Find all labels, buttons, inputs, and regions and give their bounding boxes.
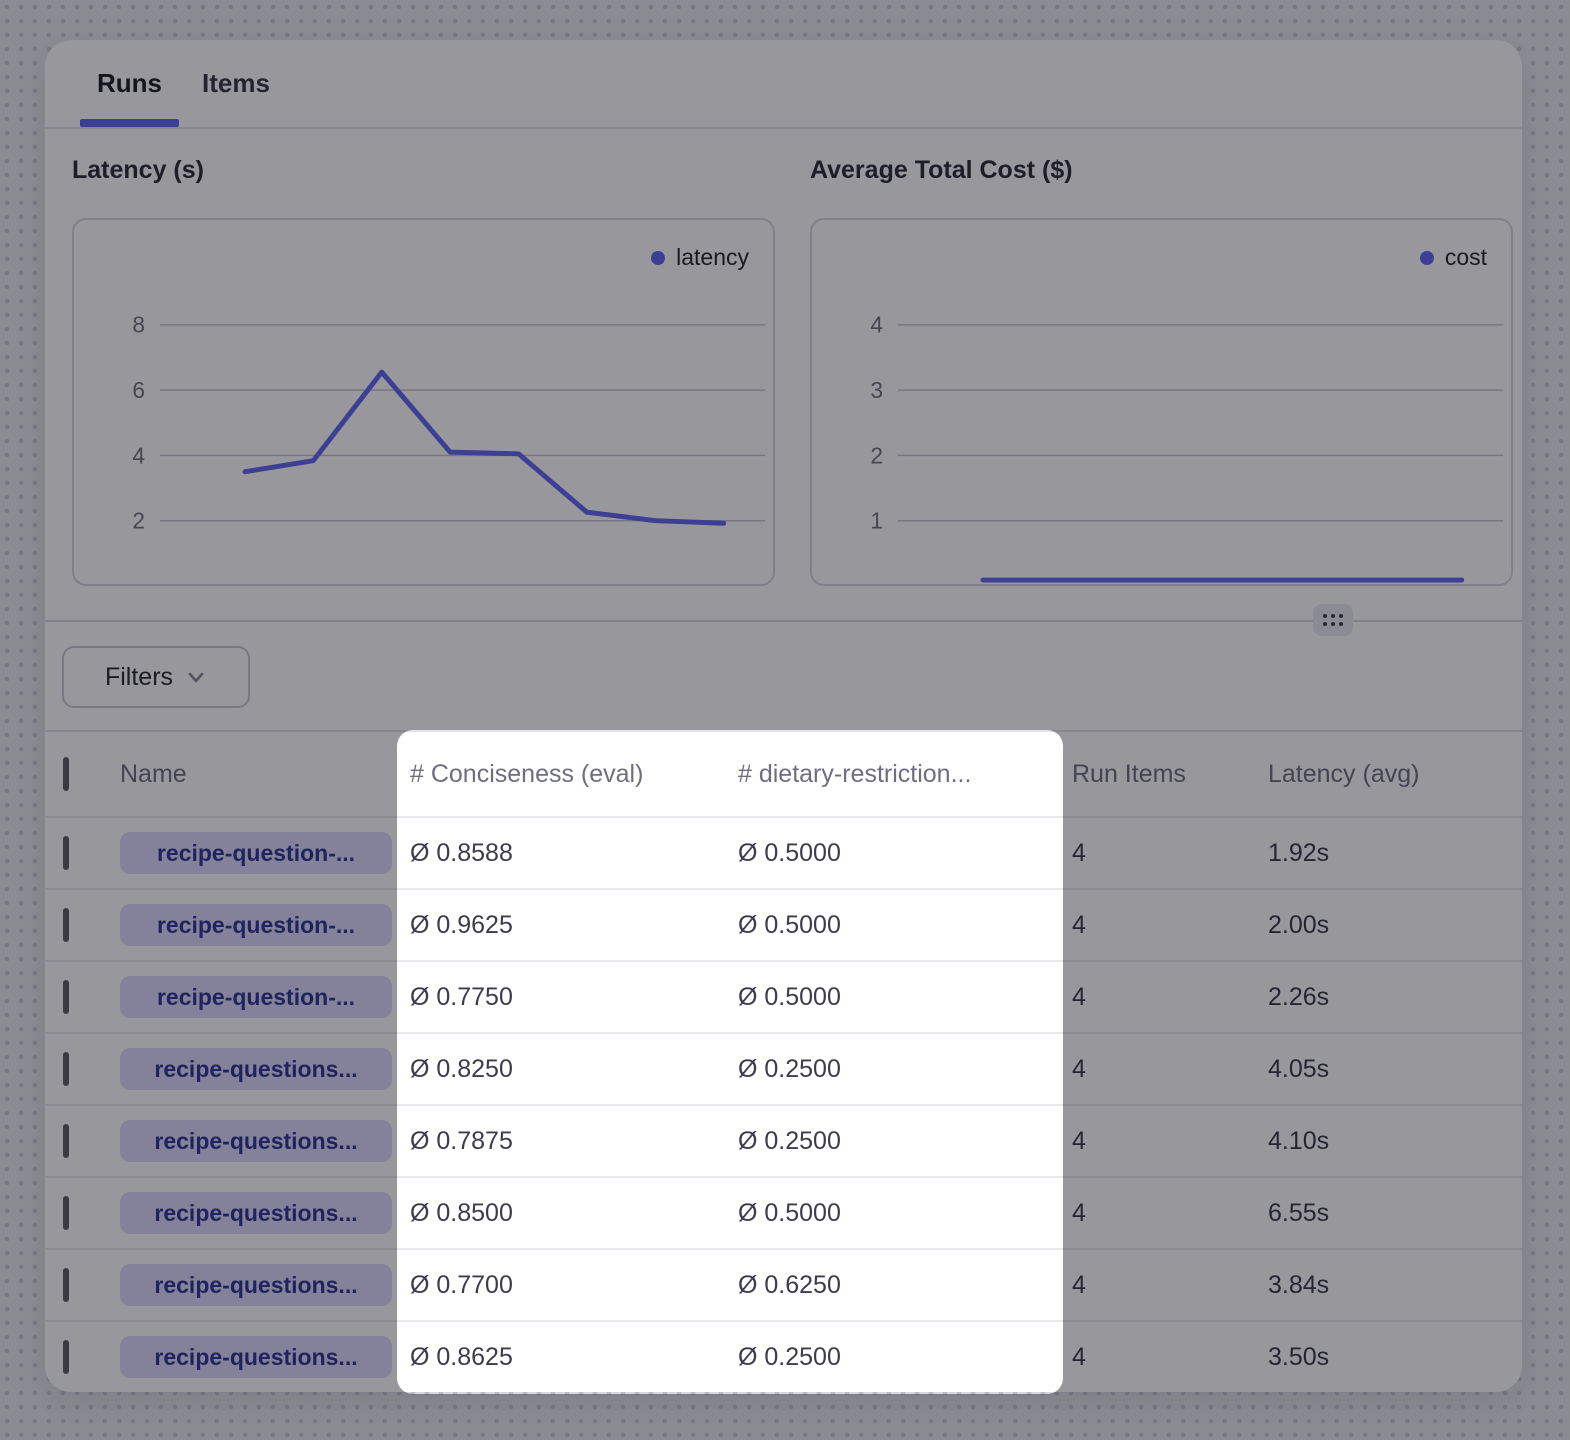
- dietary-avg: Ø 0.2500: [738, 1343, 1072, 1372]
- run-items-count: 4: [1072, 1343, 1268, 1372]
- column-header-conciseness[interactable]: # Conciseness (eval): [410, 760, 738, 789]
- dietary-avg: Ø 0.2500: [738, 1055, 1072, 1084]
- legend-dot-icon: [651, 251, 665, 265]
- svg-text:2: 2: [870, 442, 883, 468]
- cost-line-plot: 1 2 3 4: [812, 220, 1511, 584]
- column-header-name[interactable]: Name: [120, 760, 410, 789]
- legend-dot-icon: [1420, 251, 1434, 265]
- run-items-count: 4: [1072, 1127, 1268, 1156]
- table-row: recipe-question-... Ø 0.8588 Ø 0.5000 4 …: [45, 816, 1522, 888]
- conciseness-avg: Ø 0.7700: [410, 1271, 738, 1300]
- dietary-avg: Ø 0.6250: [738, 1271, 1072, 1300]
- conciseness-avg: Ø 0.7875: [410, 1127, 738, 1156]
- table-header-row: Name # Conciseness (eval) # dietary-rest…: [45, 732, 1522, 816]
- latency-avg: 6.55s: [1268, 1199, 1522, 1228]
- row-checkbox[interactable]: [63, 1052, 69, 1086]
- run-name-badge[interactable]: recipe-questions...: [120, 1336, 392, 1378]
- runs-panel: Runs Items Latency (s) Average Total Cos…: [45, 40, 1522, 1392]
- latency-avg: 2.26s: [1268, 983, 1522, 1012]
- filters-button-label: Filters: [105, 663, 173, 692]
- svg-text:6: 6: [132, 377, 145, 403]
- svg-text:3: 3: [870, 377, 883, 403]
- column-header-latency[interactable]: Latency (avg): [1268, 760, 1522, 789]
- run-name-badge[interactable]: recipe-questions...: [120, 1192, 392, 1234]
- conciseness-avg: Ø 0.8588: [410, 839, 738, 868]
- dietary-avg: Ø 0.2500: [738, 1127, 1072, 1156]
- latency-avg: 3.50s: [1268, 1343, 1522, 1372]
- run-items-count: 4: [1072, 1199, 1268, 1228]
- dietary-avg: Ø 0.5000: [738, 911, 1072, 940]
- run-items-count: 4: [1072, 1271, 1268, 1300]
- row-checkbox[interactable]: [63, 908, 69, 942]
- table-row: recipe-questions... Ø 0.8500 Ø 0.5000 4 …: [45, 1176, 1522, 1248]
- select-all-checkbox[interactable]: [63, 757, 69, 791]
- run-name-badge[interactable]: recipe-questions...: [120, 1264, 392, 1306]
- column-header-dietary-restriction[interactable]: # dietary-restriction...: [738, 760, 1072, 789]
- svg-text:2: 2: [132, 508, 145, 534]
- dietary-avg: Ø 0.5000: [738, 983, 1072, 1012]
- conciseness-avg: Ø 0.8250: [410, 1055, 738, 1084]
- latency-legend: latency: [651, 244, 749, 271]
- run-name-badge[interactable]: recipe-questions...: [120, 1120, 392, 1162]
- conciseness-avg: Ø 0.8625: [410, 1343, 738, 1372]
- row-checkbox[interactable]: [63, 1124, 69, 1158]
- run-items-count: 4: [1072, 983, 1268, 1012]
- tab-runs[interactable]: Runs: [80, 40, 179, 127]
- drag-handle-icon: [1323, 614, 1343, 626]
- table-row: recipe-questions... Ø 0.7875 Ø 0.2500 4 …: [45, 1104, 1522, 1176]
- conciseness-avg: Ø 0.7750: [410, 983, 738, 1012]
- row-checkbox[interactable]: [63, 836, 69, 870]
- run-name-badge[interactable]: recipe-question-...: [120, 832, 392, 874]
- latency-line-plot: 2 4 6 8: [74, 220, 773, 584]
- latency-avg: 4.10s: [1268, 1127, 1522, 1156]
- svg-text:4: 4: [132, 442, 145, 468]
- table-row: recipe-questions... Ø 0.8250 Ø 0.2500 4 …: [45, 1032, 1522, 1104]
- run-name-badge[interactable]: recipe-question-...: [120, 904, 392, 946]
- chevron-down-icon: [185, 666, 207, 688]
- cost-chart: 1 2 3 4 cost: [810, 218, 1513, 586]
- latency-legend-label: latency: [676, 244, 749, 271]
- run-items-count: 4: [1072, 1055, 1268, 1084]
- row-checkbox[interactable]: [63, 1268, 69, 1302]
- column-header-run-items[interactable]: Run Items: [1072, 760, 1268, 789]
- table-body: recipe-question-... Ø 0.8588 Ø 0.5000 4 …: [45, 816, 1522, 1392]
- dietary-avg: Ø 0.5000: [738, 1199, 1072, 1228]
- run-items-count: 4: [1072, 839, 1268, 868]
- latency-avg: 2.00s: [1268, 911, 1522, 940]
- latency-chart-title: Latency (s): [72, 156, 204, 185]
- cost-legend: cost: [1420, 244, 1487, 271]
- run-items-count: 4: [1072, 911, 1268, 940]
- latency-avg: 3.84s: [1268, 1271, 1522, 1300]
- table-row: recipe-question-... Ø 0.9625 Ø 0.5000 4 …: [45, 888, 1522, 960]
- cost-chart-title: Average Total Cost ($): [810, 156, 1073, 185]
- dietary-avg: Ø 0.5000: [738, 839, 1072, 868]
- tab-divider: [45, 127, 1522, 129]
- svg-text:1: 1: [870, 508, 883, 534]
- page-background: Runs Items Latency (s) Average Total Cos…: [0, 0, 1570, 1440]
- filters-button[interactable]: Filters: [62, 646, 250, 708]
- conciseness-avg: Ø 0.9625: [410, 911, 738, 940]
- svg-text:4: 4: [870, 312, 883, 338]
- tab-items-label: Items: [202, 68, 270, 99]
- section-divider: [45, 620, 1522, 622]
- table-row: recipe-question-... Ø 0.7750 Ø 0.5000 4 …: [45, 960, 1522, 1032]
- latency-avg: 1.92s: [1268, 839, 1522, 868]
- cost-legend-label: cost: [1445, 244, 1487, 271]
- tab-items[interactable]: Items: [185, 40, 287, 127]
- table-row: recipe-questions... Ø 0.8625 Ø 0.2500 4 …: [45, 1320, 1522, 1392]
- svg-text:8: 8: [132, 312, 145, 338]
- run-name-badge[interactable]: recipe-questions...: [120, 1048, 392, 1090]
- resize-handle[interactable]: [1313, 604, 1353, 636]
- latency-avg: 4.05s: [1268, 1055, 1522, 1084]
- runs-table: Name # Conciseness (eval) # dietary-rest…: [45, 730, 1522, 1392]
- table-row: recipe-questions... Ø 0.7700 Ø 0.6250 4 …: [45, 1248, 1522, 1320]
- run-name-badge[interactable]: recipe-question-...: [120, 976, 392, 1018]
- tab-bar: Runs Items: [80, 40, 287, 127]
- row-checkbox[interactable]: [63, 1340, 69, 1374]
- row-checkbox[interactable]: [63, 980, 69, 1014]
- latency-chart: 2 4 6 8 latency: [72, 218, 775, 586]
- conciseness-avg: Ø 0.8500: [410, 1199, 738, 1228]
- row-checkbox[interactable]: [63, 1196, 69, 1230]
- tab-runs-label: Runs: [97, 68, 162, 99]
